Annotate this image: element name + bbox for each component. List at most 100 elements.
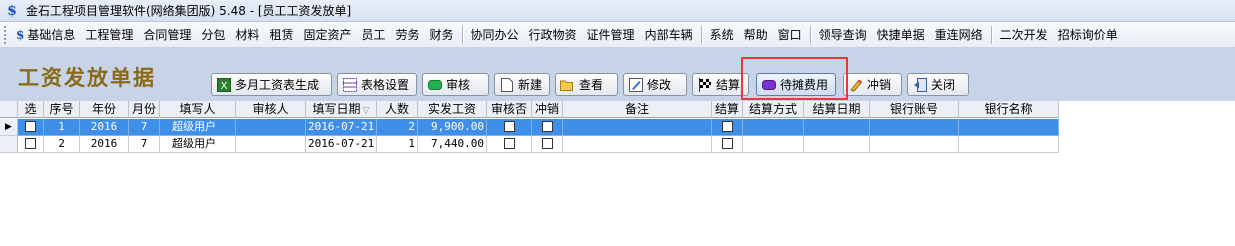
menu-basic-info[interactable]: $ 基础信息 xyxy=(11,22,80,47)
menu-quick-docs[interactable]: 快捷单据 xyxy=(872,22,930,47)
cell-year: 2016 xyxy=(80,119,129,136)
header-remarks[interactable]: 备注 xyxy=(563,101,712,118)
close-button[interactable]: 关闭 xyxy=(907,73,969,96)
cell-bank-name xyxy=(959,136,1059,153)
menu-separator xyxy=(700,25,702,44)
page-title: 工资发放单据 xyxy=(18,65,156,90)
excel-icon: X xyxy=(216,77,231,92)
menu-collab-office[interactable]: 协同办公 xyxy=(466,22,524,47)
edit-button[interactable]: 修改 xyxy=(623,73,687,96)
menu-vehicles[interactable]: 内部车辆 xyxy=(640,22,698,47)
audited-checkbox[interactable] xyxy=(487,136,532,153)
cell-month: 7 xyxy=(129,119,160,136)
menu-fixed-assets[interactable]: 固定资产 xyxy=(298,22,356,47)
cell-remarks xyxy=(563,119,712,136)
header-settle-date[interactable]: 结算日期 xyxy=(804,101,870,118)
header-settle-method[interactable]: 结算方式 xyxy=(743,101,804,118)
cell-seq: 1 xyxy=(44,119,80,136)
header-year[interactable]: 年份 xyxy=(80,101,129,118)
menu-certificates[interactable]: 证件管理 xyxy=(582,22,640,47)
header-fill-date[interactable]: 填写日期 ▽ xyxy=(306,101,377,118)
eraser-pen-icon xyxy=(848,78,863,92)
select-checkbox[interactable] xyxy=(18,136,44,153)
table-header: 选 序号 年份 月份 填写人 审核人 填写日期 ▽ 人数 实发工资 审核否 冲销 … xyxy=(0,101,1059,118)
table-settings-button[interactable]: 表格设置 xyxy=(337,73,417,96)
audit-button[interactable]: 审核 xyxy=(422,73,489,96)
grid-settings-icon xyxy=(342,77,357,92)
menu-window[interactable]: 窗口 xyxy=(773,22,807,47)
cell-month: 7 xyxy=(129,136,160,153)
header-select[interactable]: 选 xyxy=(18,101,44,118)
cell-filler: 超级用户 xyxy=(160,119,236,136)
menu-employee[interactable]: 员工 xyxy=(356,22,390,47)
menu-bar: $ 基础信息 工程管理 合同管理 分包 材料 租赁 固定资产 员工 劳务 财务 协… xyxy=(0,22,1235,48)
cell-bank-account xyxy=(870,119,959,136)
annotation-highlight-box xyxy=(741,57,848,100)
table-row[interactable]: 1 2016 7 超级用户 2016-07-21 2 9,900.00 xyxy=(18,119,1059,136)
menu-finance[interactable]: 财务 xyxy=(425,22,459,47)
menu-project-mgmt[interactable]: 工程管理 xyxy=(80,22,138,47)
header-month[interactable]: 月份 xyxy=(129,101,160,118)
cell-filler: 超级用户 xyxy=(160,136,236,153)
reversed-checkbox[interactable] xyxy=(532,136,563,153)
new-button[interactable]: 新建 xyxy=(494,73,550,96)
menu-lease[interactable]: 租赁 xyxy=(264,22,298,47)
header-reviewer[interactable]: 审核人 xyxy=(236,101,306,118)
cell-net-salary: 9,900.00 xyxy=(418,119,487,136)
settled-checkbox[interactable] xyxy=(712,119,743,136)
menu-help[interactable]: 帮助 xyxy=(739,22,773,47)
reverse-button[interactable]: 冲销 xyxy=(843,73,902,96)
header-bank-name[interactable]: 银行名称 xyxy=(959,101,1059,118)
cell-remarks xyxy=(563,136,712,153)
audited-checkbox[interactable] xyxy=(487,119,532,136)
svg-text:X: X xyxy=(220,81,227,92)
menu-bid-inquiry[interactable]: 招标询价单 xyxy=(1053,22,1123,47)
menu-reconnect[interactable]: 重连网络 xyxy=(930,22,988,47)
view-button[interactable]: 查看 xyxy=(555,73,618,96)
cell-fill-date: 2016-07-21 xyxy=(306,136,377,153)
app-logo-icon: $ xyxy=(7,2,17,19)
cell-headcount: 2 xyxy=(377,119,418,136)
app-menu-icon: $ xyxy=(16,27,25,42)
settled-checkbox[interactable] xyxy=(712,136,743,153)
menu-separator xyxy=(461,25,463,44)
header-headcount[interactable]: 人数 xyxy=(377,101,418,118)
header-net-salary[interactable]: 实发工资 xyxy=(418,101,487,118)
menu-subcontract[interactable]: 分包 xyxy=(196,22,230,47)
cell-reviewer xyxy=(236,136,306,153)
header-reversed[interactable]: 冲销 xyxy=(532,101,563,118)
header-settled[interactable]: 结算 xyxy=(712,101,743,118)
generate-monthly-payroll-button[interactable]: X 多月工资表生成 xyxy=(211,73,332,96)
menu-system[interactable]: 系统 xyxy=(705,22,739,47)
cell-net-salary: 7,440.00 xyxy=(418,136,487,153)
window-title: 金石工程项目管理软件(网络集团版) 5.48 - [员工工资发放单] xyxy=(26,4,352,18)
green-pill-icon xyxy=(427,78,442,92)
menu-labor[interactable]: 劳务 xyxy=(390,22,424,47)
checkered-flag-icon xyxy=(697,77,712,92)
cell-bank-account xyxy=(870,136,959,153)
header-seq[interactable]: 序号 xyxy=(44,101,80,118)
menu-leader-query[interactable]: 领导查询 xyxy=(814,22,872,47)
select-checkbox[interactable] xyxy=(18,119,44,136)
menu-material[interactable]: 材料 xyxy=(230,22,264,47)
new-document-icon xyxy=(499,77,514,92)
header-audited[interactable]: 审核否 xyxy=(487,101,532,118)
menu-contract-mgmt[interactable]: 合同管理 xyxy=(138,22,196,47)
cell-settle-method xyxy=(743,119,804,136)
cell-settle-method xyxy=(743,136,804,153)
header-filler[interactable]: 填写人 xyxy=(160,101,236,118)
sort-arrow-icon: ▽ xyxy=(362,106,370,116)
menu-secondary-dev[interactable]: 二次开发 xyxy=(995,22,1053,47)
cell-reviewer xyxy=(236,119,306,136)
menu-separator xyxy=(809,25,811,44)
row-indicator-blank xyxy=(0,136,18,153)
table-row[interactable]: 2 2016 7 超级用户 2016-07-21 1 7,440.00 xyxy=(18,136,1059,153)
reversed-checkbox[interactable] xyxy=(532,119,563,136)
menu-grip xyxy=(4,25,8,44)
header-bank-account[interactable]: 银行账号 xyxy=(870,101,959,118)
cell-headcount: 1 xyxy=(377,136,418,153)
cell-settle-date xyxy=(804,136,870,153)
cell-settle-date xyxy=(804,119,870,136)
folder-open-icon xyxy=(560,78,575,92)
menu-admin-supplies[interactable]: 行政物资 xyxy=(524,22,582,47)
